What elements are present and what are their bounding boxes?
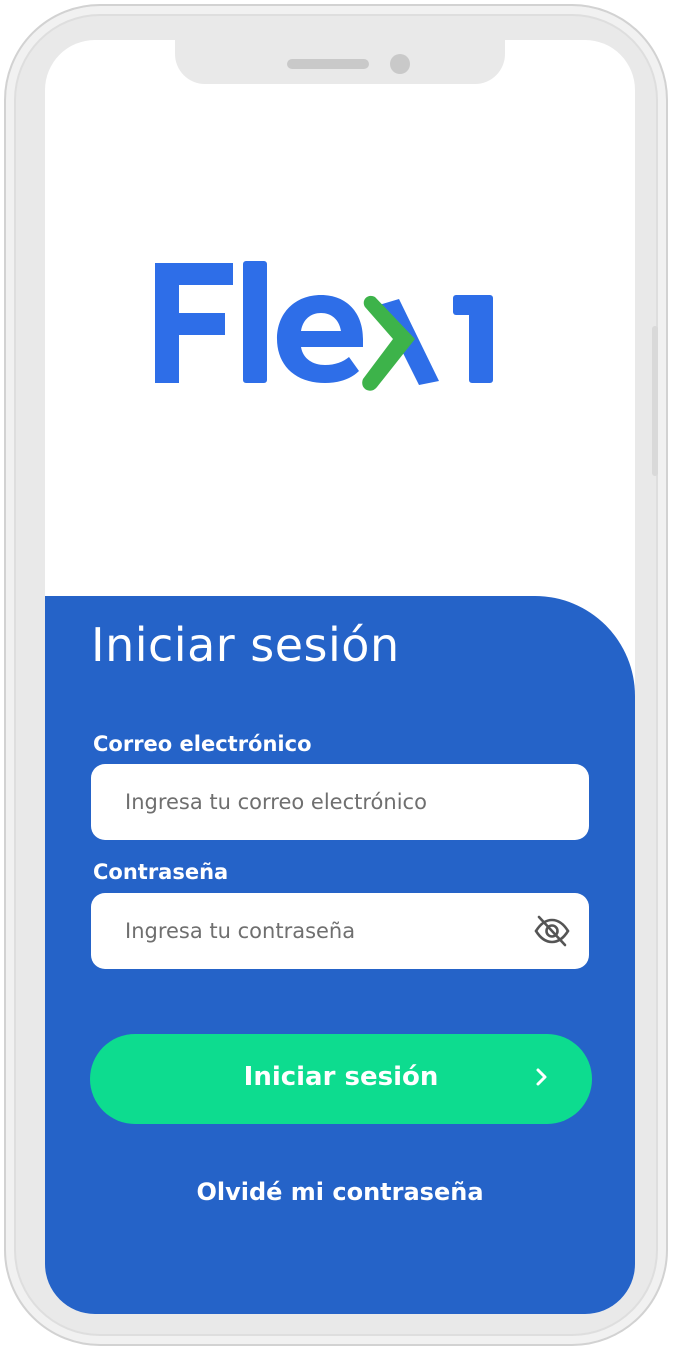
- login-button[interactable]: Iniciar sesión: [90, 1034, 592, 1124]
- forgot-password-link[interactable]: Olvidé mi contraseña: [45, 1178, 635, 1206]
- chevron-right-icon: [536, 1068, 547, 1086]
- phone-side-button: [652, 326, 658, 476]
- password-field[interactable]: [91, 893, 589, 969]
- login-button-label: Iniciar sesión: [243, 1062, 439, 1092]
- password-label: Contraseña: [93, 860, 229, 884]
- eye-off-icon[interactable]: [533, 913, 571, 949]
- email-field[interactable]: [91, 764, 589, 840]
- email-label: Correo electrónico: [93, 732, 312, 756]
- page-title: Iniciar sesión: [91, 618, 400, 672]
